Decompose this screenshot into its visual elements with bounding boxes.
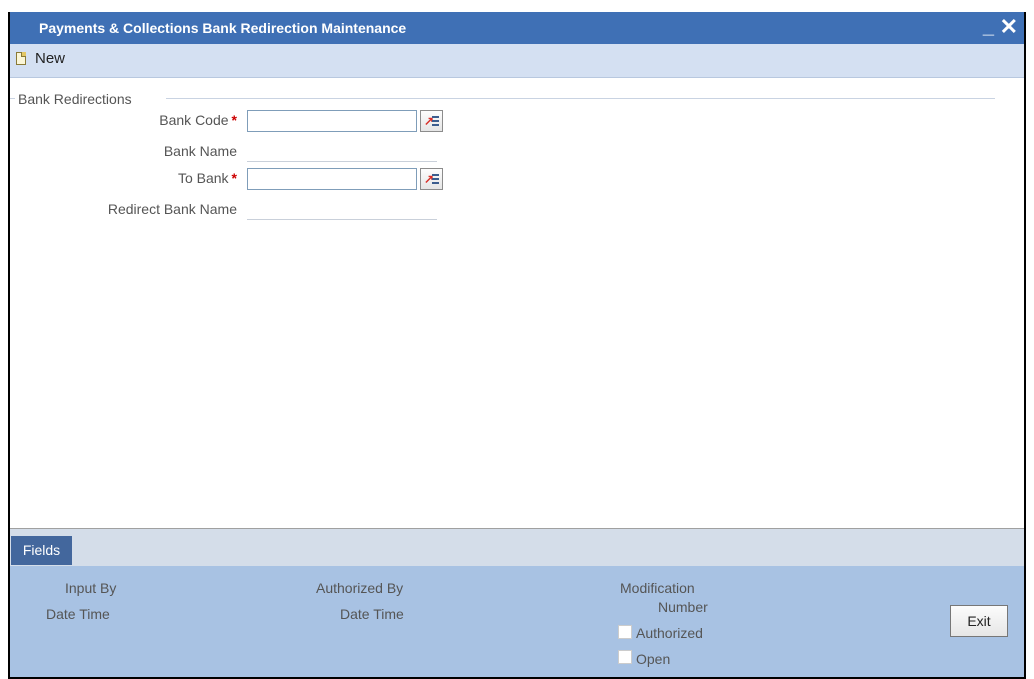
new-button[interactable]: New bbox=[16, 50, 65, 67]
authorized-by-label: Authorized By bbox=[316, 580, 404, 596]
bank-code-input[interactable] bbox=[247, 110, 417, 132]
redirect-bank-name-label: Redirect Bank Name bbox=[107, 201, 237, 217]
authorized-date-time-label: Date Time bbox=[340, 606, 404, 622]
to-bank-label: To Bank * bbox=[178, 170, 237, 186]
open-checkbox-label: Open bbox=[636, 651, 671, 667]
bank-code-label: Bank Code * bbox=[159, 112, 237, 128]
minimize-button[interactable]: _ bbox=[983, 16, 994, 39]
footer-tab-strip: Fields bbox=[10, 529, 1024, 566]
to-bank-input[interactable] bbox=[247, 168, 417, 190]
required-marker: * bbox=[231, 112, 237, 128]
bank-name-value bbox=[247, 143, 437, 162]
list-icon bbox=[432, 174, 439, 185]
window-title: Payments & Collections Bank Redirection … bbox=[39, 20, 407, 36]
input-date-time-label: Date Time bbox=[46, 606, 110, 622]
exit-button[interactable]: Exit bbox=[950, 605, 1008, 637]
list-icon bbox=[432, 116, 439, 127]
modification-number-label: Number bbox=[658, 599, 708, 615]
redirect-bank-name-value bbox=[247, 201, 437, 220]
input-by-label: Input By bbox=[65, 580, 117, 596]
section-divider-left bbox=[10, 98, 15, 99]
bank-redirections-section: Bank Redirections bbox=[10, 91, 995, 107]
to-bank-label-text: To Bank bbox=[177, 170, 229, 186]
close-button[interactable]: ✕ bbox=[1000, 14, 1018, 40]
section-divider-right bbox=[166, 98, 995, 99]
audit-panel: Input By Date Time Authorized By Date Ti… bbox=[10, 566, 1024, 677]
modification-label: Modification bbox=[620, 580, 695, 596]
bank-code-label-text: Bank Code bbox=[159, 112, 229, 128]
bank-code-lov-button[interactable]: ↗ bbox=[420, 110, 443, 132]
fields-tab[interactable]: Fields bbox=[11, 536, 72, 565]
title-bar: Payments & Collections Bank Redirection … bbox=[10, 12, 1024, 44]
to-bank-lov-button[interactable]: ↗ bbox=[420, 168, 443, 190]
authorized-checkbox[interactable] bbox=[618, 625, 632, 639]
authorized-checkbox-label: Authorized bbox=[636, 625, 703, 641]
new-document-icon bbox=[16, 52, 26, 65]
open-checkbox[interactable] bbox=[618, 650, 632, 664]
required-marker: * bbox=[231, 170, 237, 186]
section-title: Bank Redirections bbox=[18, 91, 132, 107]
new-button-label: New bbox=[35, 50, 66, 67]
maintenance-window: Payments & Collections Bank Redirection … bbox=[8, 12, 1026, 679]
bank-name-label: Bank Name bbox=[163, 143, 237, 159]
toolbar: New bbox=[10, 44, 1024, 78]
